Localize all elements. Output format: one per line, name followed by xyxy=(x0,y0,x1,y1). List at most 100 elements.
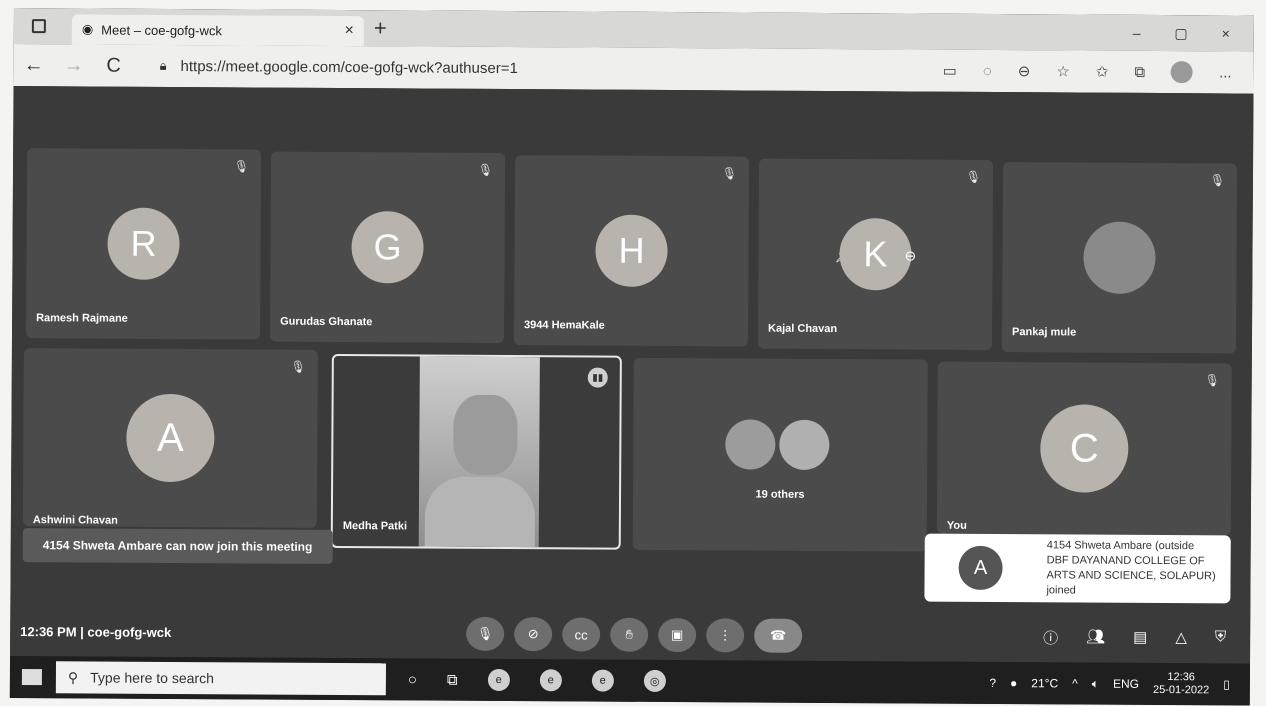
mic-off-icon: 🎙︎ xyxy=(233,159,250,174)
taskbar-apps: ○ ⧉ e e e ◎ xyxy=(408,668,666,692)
leave-call-button[interactable]: ☎︎ xyxy=(754,618,803,653)
close-window-button[interactable]: × xyxy=(1222,25,1230,42)
participant-name: Gurudas Ghanate xyxy=(280,315,373,329)
participant-initial: A xyxy=(126,393,215,483)
participant-tile[interactable]: 🎙︎ 📌︎ K ⊖ Kajal Chavan xyxy=(757,158,994,350)
meeting-controls-bar: 12:36 PM | coe-gofg-wck 🎙︎ ⊘ cc ✋︎ ▣ ⋮ ☎… xyxy=(10,606,1250,664)
search-placeholder: Type here to search xyxy=(90,669,214,687)
favorite-add-icon[interactable]: ☆ xyxy=(1056,62,1070,80)
notifications-icon[interactable]: ▯ xyxy=(1223,677,1230,691)
participant-photo-avatar xyxy=(1083,221,1156,294)
participant-name: Kajal Chavan xyxy=(768,322,838,336)
mic-off-icon: 🎙︎ xyxy=(965,169,982,184)
address-bar: ← → C 🔒︎ https://meet.google.com/coe-gof… xyxy=(13,43,1254,94)
app-icon[interactable]: e xyxy=(539,669,562,692)
participant-name: 3944 HemaKale xyxy=(524,319,605,332)
app-icon[interactable]: e xyxy=(487,668,510,692)
url-field[interactable]: 🔒︎ https://meet.google.com/coe-gofg-wck?… xyxy=(159,57,518,77)
people-icon[interactable]: 👥︎ xyxy=(1086,627,1105,648)
clock[interactable]: 12:36 25-01-2022 xyxy=(1153,671,1209,697)
tab-actions-icon[interactable] xyxy=(31,19,46,34)
others-avatar xyxy=(725,419,776,470)
tab-close-button[interactable]: × xyxy=(344,22,353,40)
browser-tab[interactable]: ◉ Meet – coe-gofg-wck × xyxy=(71,14,364,47)
window-controls: – ▢ × xyxy=(1133,24,1230,42)
forward-button[interactable]: → xyxy=(54,54,94,77)
participant-tile[interactable]: 🎙︎ A Ashwini Chavan xyxy=(22,348,318,528)
read-aloud-icon[interactable]: ◌ xyxy=(983,62,992,79)
raise-hand-button[interactable]: ✋︎ xyxy=(610,617,649,652)
meeting-code: coe-gofg-wck xyxy=(87,623,172,640)
cortana-icon[interactable]: ○ xyxy=(408,671,417,688)
participant-name: You xyxy=(946,519,967,532)
chevron-up-icon[interactable]: ^ xyxy=(1072,676,1078,690)
mic-off-icon: 🎙︎ xyxy=(290,359,306,374)
edge-icon[interactable]: e xyxy=(591,669,614,692)
participant-name: Ramesh Rajmane xyxy=(36,312,128,325)
participant-tile[interactable]: 🎙︎ R Ramesh Rajmane xyxy=(25,148,262,340)
chrome-icon[interactable]: ◎ xyxy=(643,669,666,692)
participant-tile[interactable]: 🎙︎ G Gurudas Ghanate xyxy=(269,151,506,343)
mic-off-icon: 🎙︎ xyxy=(721,166,738,181)
joined-text: 4154 Shweta Ambare (outside DBF DAYANAND… xyxy=(1046,539,1216,597)
participant-name: Pankaj mule xyxy=(1012,326,1077,339)
volume-icon[interactable]: 🔈︎ xyxy=(1092,676,1099,691)
task-view-icon[interactable]: ⧉ xyxy=(447,671,458,688)
refresh-button[interactable]: C xyxy=(94,54,134,77)
participant-name: Ashwini Chavan xyxy=(32,514,118,527)
self-tile[interactable]: 🎙︎ C You xyxy=(936,361,1232,536)
participant-tile-speaking[interactable]: ▮▮ Medha Patki xyxy=(330,353,622,550)
more-menu-button[interactable]: ... xyxy=(1219,64,1232,81)
others-avatar xyxy=(779,419,830,470)
meet-area: 🎙︎ R Ramesh Rajmane 🎙︎ G Gurudas Ghanate… xyxy=(10,85,1254,664)
clock-date: 25-01-2022 xyxy=(1152,683,1210,697)
chat-icon[interactable]: ▤ xyxy=(1133,627,1147,648)
meeting-info: 12:36 PM | coe-gofg-wck xyxy=(20,623,172,640)
minimize-button[interactable]: – xyxy=(1133,24,1141,41)
participant-tile[interactable]: 🎙︎ Pankaj mule xyxy=(1001,162,1238,354)
video-person-face xyxy=(453,394,518,476)
help-icon[interactable]: ? xyxy=(989,676,996,690)
lang-indicator[interactable]: ENG xyxy=(1113,677,1139,691)
activities-icon[interactable]: △ xyxy=(1175,628,1187,649)
maximize-button[interactable]: ▢ xyxy=(1174,25,1187,42)
captions-button[interactable]: cc xyxy=(562,617,601,652)
clock-time: 12:36 xyxy=(1167,671,1195,684)
others-tile[interactable]: 19 others xyxy=(632,357,928,552)
more-options-button[interactable]: ⋮ xyxy=(706,618,745,653)
camera-toggle-button[interactable]: ⊘ xyxy=(514,617,553,652)
call-controls: 🎙︎ ⊘ cc ✋︎ ▣ ⋮ ☎︎ xyxy=(466,616,803,653)
remove-icon[interactable]: ⊖ xyxy=(904,247,916,264)
mic-toggle-button[interactable]: 🎙︎ xyxy=(466,616,505,652)
profile-avatar[interactable] xyxy=(1171,61,1194,84)
search-icon: ⚲ xyxy=(67,668,79,685)
host-controls-icon[interactable]: ⛨ xyxy=(1215,628,1226,649)
zoom-icon[interactable]: ⊖ xyxy=(1018,62,1031,80)
back-button[interactable]: ← xyxy=(14,53,54,76)
participant-initial: R xyxy=(107,207,180,281)
info-icon[interactable]: ⓘ xyxy=(1043,627,1058,648)
windows-taskbar: ⚲ Type here to search ○ ⧉ e e e ◎ ? ● 21… xyxy=(9,655,1251,706)
browser-toolbar: ▭ ◌ ⊖ ☆ ✩ ⧉ ... xyxy=(943,60,1232,84)
participant-initial: C xyxy=(1040,404,1129,493)
participant-initial: K xyxy=(839,218,912,291)
system-tray: ? ● 21°C ^ 🔈︎ ENG 12:36 25-01-2022 ▯ xyxy=(989,670,1230,697)
favorites-icon[interactable]: ✩ xyxy=(1096,63,1109,81)
url-text: https://meet.google.com/coe-gofg-wck?aut… xyxy=(180,57,518,77)
present-button[interactable]: ▣ xyxy=(658,617,697,653)
mic-off-icon: 🎙︎ xyxy=(477,162,494,177)
joined-notification: A 4154 Shweta Ambare (outside DBF DAYANA… xyxy=(924,533,1231,604)
windows-start-icon[interactable] xyxy=(21,669,42,686)
camera-in-use-icon[interactable]: ▭ xyxy=(943,62,957,80)
lock-icon: 🔒︎ xyxy=(159,57,167,73)
meeting-side-controls: ⓘ 👥︎ ▤ △ ⛨ xyxy=(1043,627,1226,649)
weather-icon: ● xyxy=(1010,676,1018,691)
participant-tile[interactable]: 🎙︎ H 3944 HemaKale xyxy=(513,155,750,347)
new-tab-button[interactable]: + xyxy=(374,15,387,41)
participant-initial: G xyxy=(351,211,424,284)
video-person-body xyxy=(424,476,536,548)
join-permission-toast: 4154 Shweta Ambare can now join this mee… xyxy=(22,528,333,564)
taskbar-search[interactable]: ⚲ Type here to search xyxy=(55,661,387,696)
collections-icon[interactable]: ⧉ xyxy=(1134,63,1145,80)
others-count: 19 others xyxy=(755,488,805,501)
